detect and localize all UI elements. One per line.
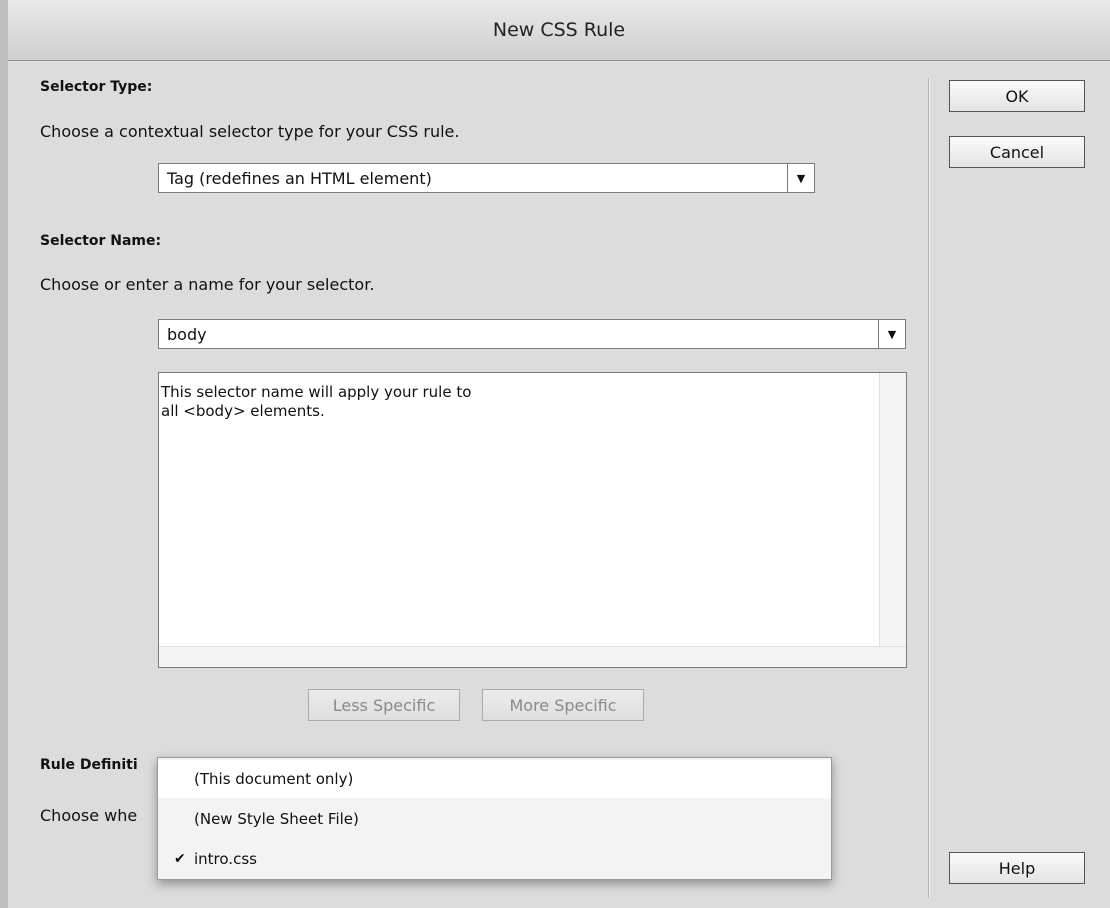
selector-description-line-1: This selector name will apply your rule … xyxy=(161,383,472,401)
selector-name-combobox[interactable]: body ▼ xyxy=(158,319,906,349)
menu-item-label: (New Style Sheet File) xyxy=(194,810,359,828)
menu-item-label: (This document only) xyxy=(194,770,354,788)
selector-name-heading: Selector Name: xyxy=(40,233,162,249)
menu-item-intro-css[interactable]: ✔ intro.css xyxy=(158,840,831,878)
menu-item-new-style-sheet-file[interactable]: (New Style Sheet File) xyxy=(158,800,831,838)
less-specific-button[interactable]: Less Specific xyxy=(308,689,460,721)
checkmark-icon: ✔ xyxy=(174,851,186,867)
menu-item-this-document-only[interactable]: (This document only) xyxy=(158,760,831,798)
rule-definition-instruction: Choose whe xyxy=(40,806,138,825)
selector-type-heading: Selector Type: xyxy=(40,79,153,95)
selector-type-dropdown[interactable]: Tag (redefines an HTML element) ▼ xyxy=(158,163,815,193)
rule-definition-heading: Rule Definiti xyxy=(40,757,138,773)
help-button[interactable]: Help xyxy=(949,852,1085,884)
selector-name-instruction: Choose or enter a name for your selector… xyxy=(40,275,375,294)
new-css-rule-dialog: Selector Type: Choose a contextual selec… xyxy=(8,61,1110,908)
cancel-button[interactable]: Cancel xyxy=(949,136,1085,168)
selector-type-instruction: Choose a contextual selector type for yo… xyxy=(40,122,460,141)
selector-description-line-2: all <body> elements. xyxy=(161,402,325,420)
selector-description-box: This selector name will apply your rule … xyxy=(158,372,907,668)
window-title: New CSS Rule xyxy=(492,19,626,41)
vertical-scrollbar[interactable] xyxy=(879,373,906,667)
horizontal-scrollbar[interactable] xyxy=(159,646,906,667)
chevron-down-icon: ▼ xyxy=(787,164,814,192)
vertical-divider xyxy=(928,78,930,898)
more-specific-button[interactable]: More Specific xyxy=(482,689,644,721)
rule-definition-menu: (This document only) (New Style Sheet Fi… xyxy=(157,757,832,880)
ok-button[interactable]: OK xyxy=(949,80,1085,112)
menu-item-label: intro.css xyxy=(194,850,257,868)
selector-name-value: body xyxy=(167,324,207,344)
selector-type-value: Tag (redefines an HTML element) xyxy=(167,168,432,188)
chevron-down-icon[interactable]: ▼ xyxy=(878,320,905,348)
window-titlebar: New CSS Rule xyxy=(8,0,1110,61)
